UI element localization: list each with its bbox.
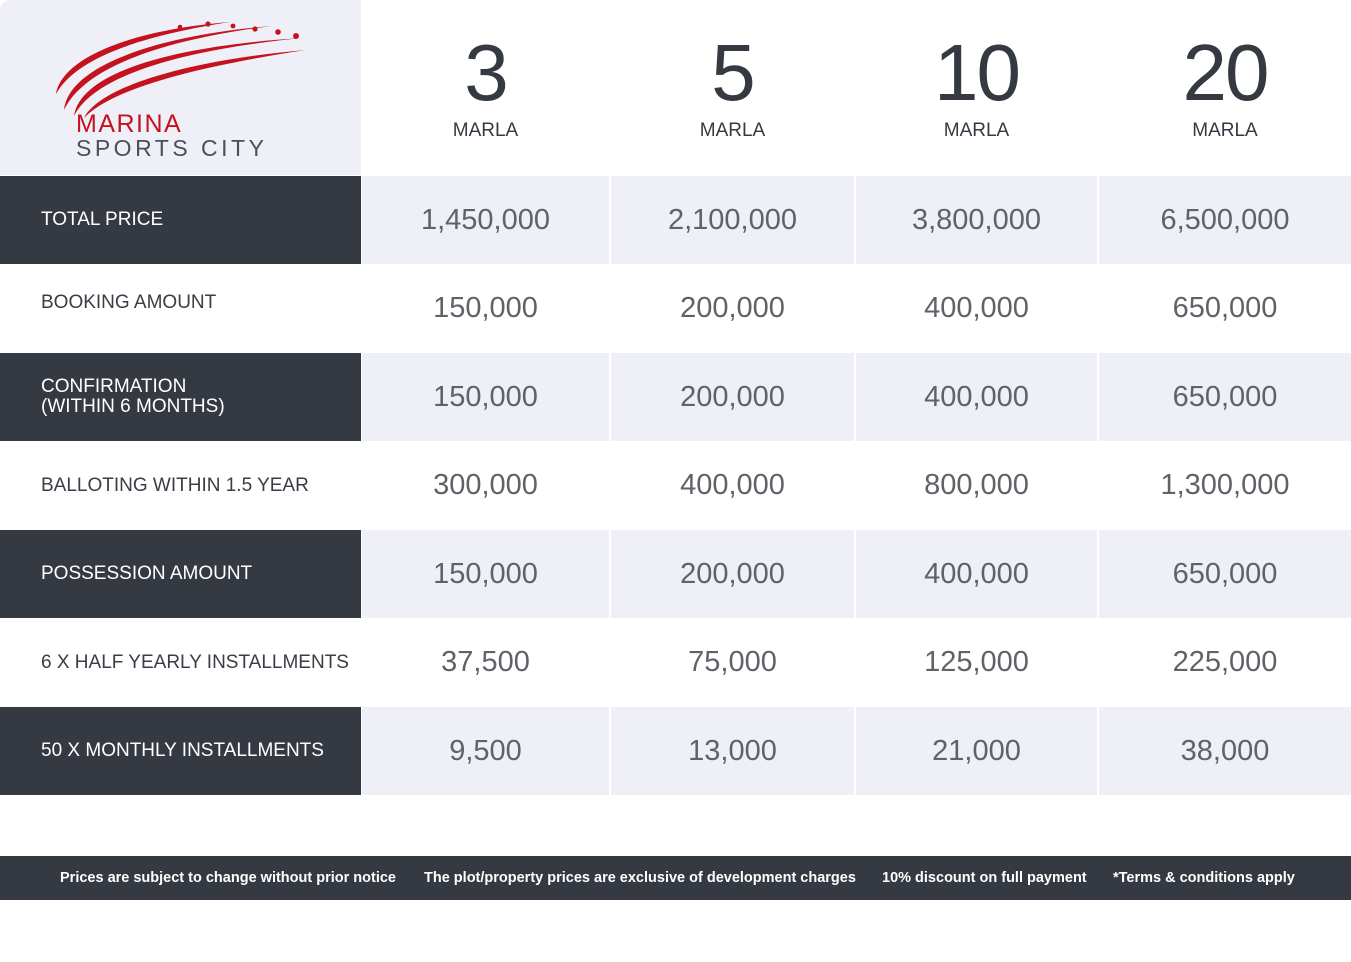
size-number: 5 — [711, 28, 756, 117]
value-cell: 1,450,000 — [362, 176, 609, 264]
value-cell: 200,000 — [611, 530, 854, 618]
size-number: 3 — [464, 28, 509, 117]
size-header-3-marla: 3 MARLA — [362, 0, 609, 175]
note-discount: 10% discount on full payment — [882, 870, 1087, 886]
value-cell: 38,000 — [1099, 707, 1351, 795]
value-cell: 400,000 — [856, 530, 1097, 618]
value-cell: 150,000 — [362, 530, 609, 618]
value-cell: 400,000 — [924, 292, 1029, 324]
value-cell: 9,500 — [362, 707, 609, 795]
note-price-change: Prices are subject to change without pri… — [60, 870, 396, 886]
value-cell: 37,500 — [441, 646, 530, 678]
swoosh-logo-icon — [56, 21, 306, 118]
value-cell: 2,100,000 — [611, 176, 854, 264]
row-label: 6 X HALF YEARLY INSTALLMENTS — [41, 651, 349, 673]
size-unit: MARLA — [1192, 120, 1258, 141]
row-balloting: BALLOTING WITHIN 1.5 YEAR 300,000 400,00… — [0, 441, 1351, 530]
value-cell: 650,000 — [1099, 353, 1351, 441]
size-unit: MARLA — [699, 120, 766, 141]
value-cell: 650,000 — [1099, 530, 1351, 618]
value-cell: 125,000 — [924, 646, 1029, 678]
value-cell: 6,500,000 — [1099, 176, 1351, 264]
payment-plan-table: MARINA SPORTS CITY 3 MARLA 5 MARLA 10 MA… — [0, 0, 1351, 962]
value-cell: 200,000 — [611, 353, 854, 441]
size-unit: MARLA — [943, 120, 1010, 141]
value-cell: 21,000 — [856, 707, 1097, 795]
size-number: 10 — [934, 28, 1021, 117]
row-label: TOTAL PRICE — [0, 176, 361, 264]
value-cell: 150,000 — [362, 353, 609, 441]
row-label-line2: (WITHIN 6 MONTHS) — [41, 396, 225, 417]
row-booking-amount: BOOKING AMOUNT 150,000 200,000 400,000 6… — [0, 264, 1351, 353]
row-half-yearly-installments: 6 X HALF YEARLY INSTALLMENTS 37,500 75,0… — [0, 618, 1351, 707]
value-cell: 650,000 — [1172, 292, 1278, 324]
size-unit: MARLA — [452, 120, 519, 141]
row-confirmation: CONFIRMATION (WITHIN 6 MONTHS) 150,000 2… — [0, 353, 1351, 441]
row-label: POSSESSION AMOUNT — [0, 530, 361, 618]
row-label: CONFIRMATION (WITHIN 6 MONTHS) — [0, 353, 361, 441]
logo-cell: MARINA SPORTS CITY — [0, 0, 361, 175]
logo-text-sports-city: SPORTS CITY — [76, 135, 268, 161]
value-cell: 75,000 — [688, 646, 777, 678]
value-cell: 13,000 — [611, 707, 854, 795]
value-cell: 3,800,000 — [856, 176, 1097, 264]
row-label: BOOKING AMOUNT — [41, 291, 217, 313]
row-label: BALLOTING WITHIN 1.5 YEAR — [41, 474, 309, 496]
row-label-line1: CONFIRMATION — [41, 376, 187, 397]
row-possession-amount: POSSESSION AMOUNT 150,000 200,000 400,00… — [0, 530, 1351, 618]
row-label: 50 X MONTHLY INSTALLMENTS — [0, 707, 361, 795]
row-monthly-installments: 50 X MONTHLY INSTALLMENTS 9,500 13,000 2… — [0, 707, 1351, 795]
size-header-10-marla: 10 MARLA — [856, 0, 1097, 175]
value-cell: 200,000 — [680, 292, 785, 324]
size-number: 20 — [1182, 28, 1270, 117]
row-total-price: TOTAL PRICE 1,450,000 2,100,000 3,800,00… — [0, 176, 1351, 264]
note-terms: *Terms & conditions apply — [1113, 870, 1295, 886]
size-header-5-marla: 5 MARLA — [611, 0, 854, 175]
value-cell: 150,000 — [433, 292, 538, 324]
value-cell: 800,000 — [924, 469, 1029, 501]
size-header-20-marla: 20 MARLA — [1099, 0, 1351, 175]
footer-notes-bar: Prices are subject to change without pri… — [0, 856, 1351, 900]
value-cell: 225,000 — [1172, 646, 1278, 678]
value-cell: 400,000 — [680, 469, 785, 501]
value-cell: 400,000 — [856, 353, 1097, 441]
value-cell: 300,000 — [433, 469, 538, 501]
note-development-charges: The plot/property prices are exclusive o… — [424, 870, 856, 886]
value-cell: 1,300,000 — [1160, 469, 1290, 501]
